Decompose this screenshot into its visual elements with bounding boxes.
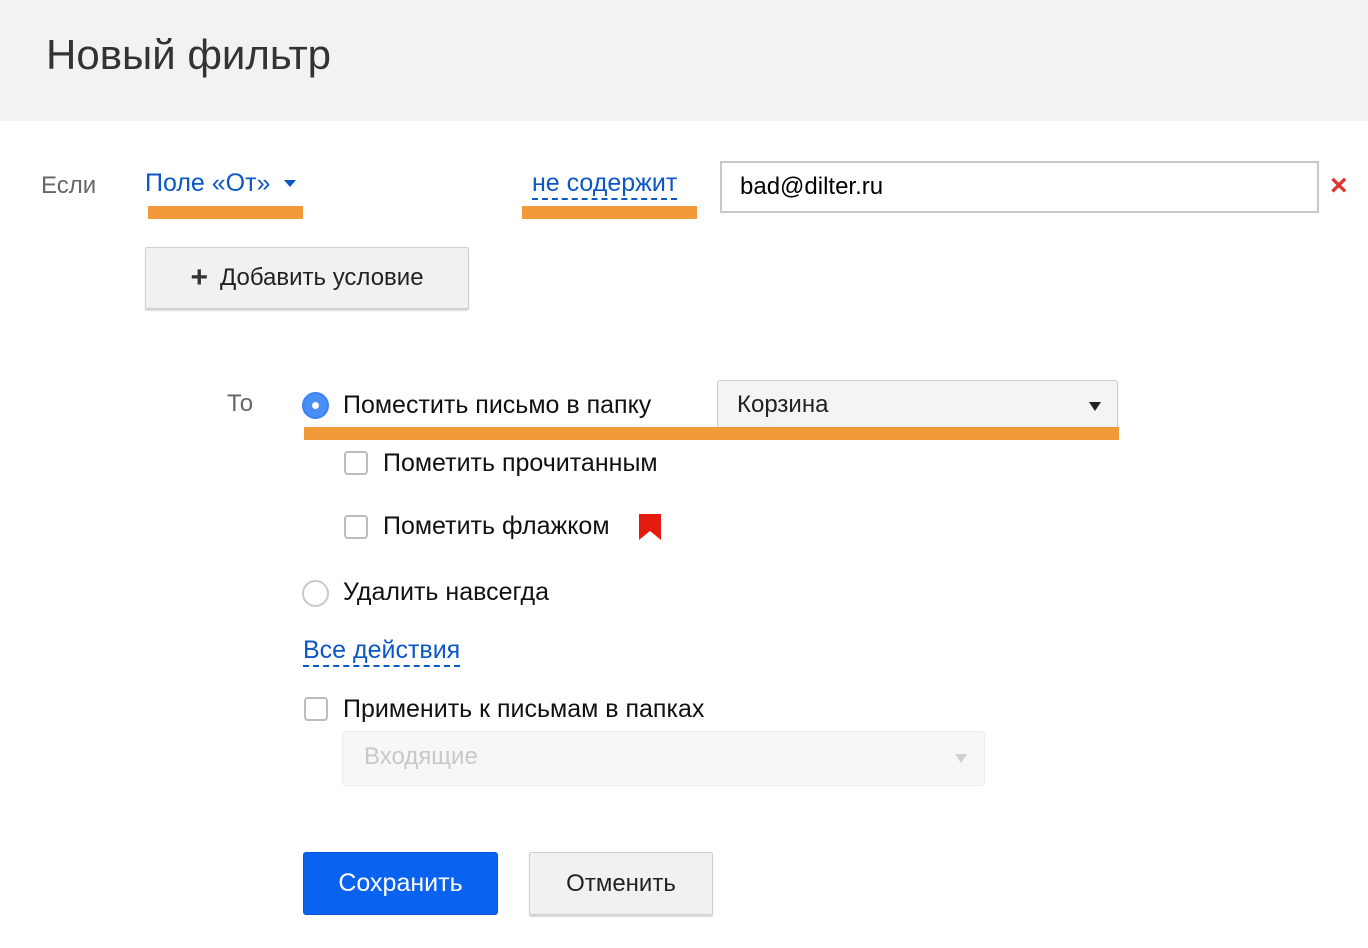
save-button-label: Сохранить — [338, 869, 463, 897]
mark-flag-label: Пометить флажком — [383, 512, 610, 540]
move-to-folder-radio[interactable] — [302, 392, 329, 419]
all-actions-label: Все действия — [303, 636, 461, 667]
save-button[interactable]: Сохранить — [303, 852, 498, 915]
highlight-move-action — [304, 427, 1119, 440]
operator-label: не содержит — [532, 169, 678, 200]
all-actions-link[interactable]: Все действия — [303, 636, 461, 667]
apply-folders-select: Входящие — [342, 731, 985, 786]
delete-forever-radio[interactable] — [302, 580, 329, 607]
apply-folders-placeholder: Входящие — [364, 743, 478, 770]
cancel-button[interactable]: Отменить — [529, 852, 713, 915]
condition-value-input[interactable] — [720, 161, 1319, 213]
folder-select-value: Корзина — [737, 391, 829, 418]
field-select-label: Поле «От» — [145, 169, 271, 197]
caret-down-icon — [955, 754, 967, 763]
apply-to-folders-label: Применить к письмам в папках — [343, 695, 705, 723]
delete-forever-label: Удалить навсегда — [343, 578, 549, 606]
mark-read-checkbox[interactable] — [344, 451, 368, 475]
caret-down-icon — [1089, 402, 1101, 411]
if-label: Если — [41, 172, 97, 199]
move-to-folder-label: Поместить письмо в папку — [343, 391, 652, 419]
operator-select[interactable]: не содержит — [532, 169, 678, 200]
close-icon[interactable]: × — [1330, 171, 1356, 201]
page-header: Новый фильтр — [0, 0, 1368, 121]
highlight-field — [148, 206, 303, 219]
mark-flag-checkbox[interactable] — [344, 515, 368, 539]
page-title: Новый фильтр — [46, 31, 332, 78]
caret-down-icon — [284, 180, 297, 187]
add-condition-label: Добавить условие — [219, 264, 424, 291]
plus-icon: + — [190, 261, 208, 294]
highlight-operator — [522, 206, 697, 219]
folder-select[interactable]: Корзина — [717, 380, 1118, 429]
add-condition-button[interactable]: + Добавить условие — [145, 247, 469, 309]
flag-icon — [639, 514, 661, 540]
cancel-button-label: Отменить — [566, 869, 676, 897]
field-select[interactable]: Поле «От» — [145, 169, 297, 198]
mark-read-label: Пометить прочитанным — [383, 449, 658, 477]
apply-to-folders-checkbox[interactable] — [304, 697, 328, 721]
then-label: То — [227, 390, 254, 417]
